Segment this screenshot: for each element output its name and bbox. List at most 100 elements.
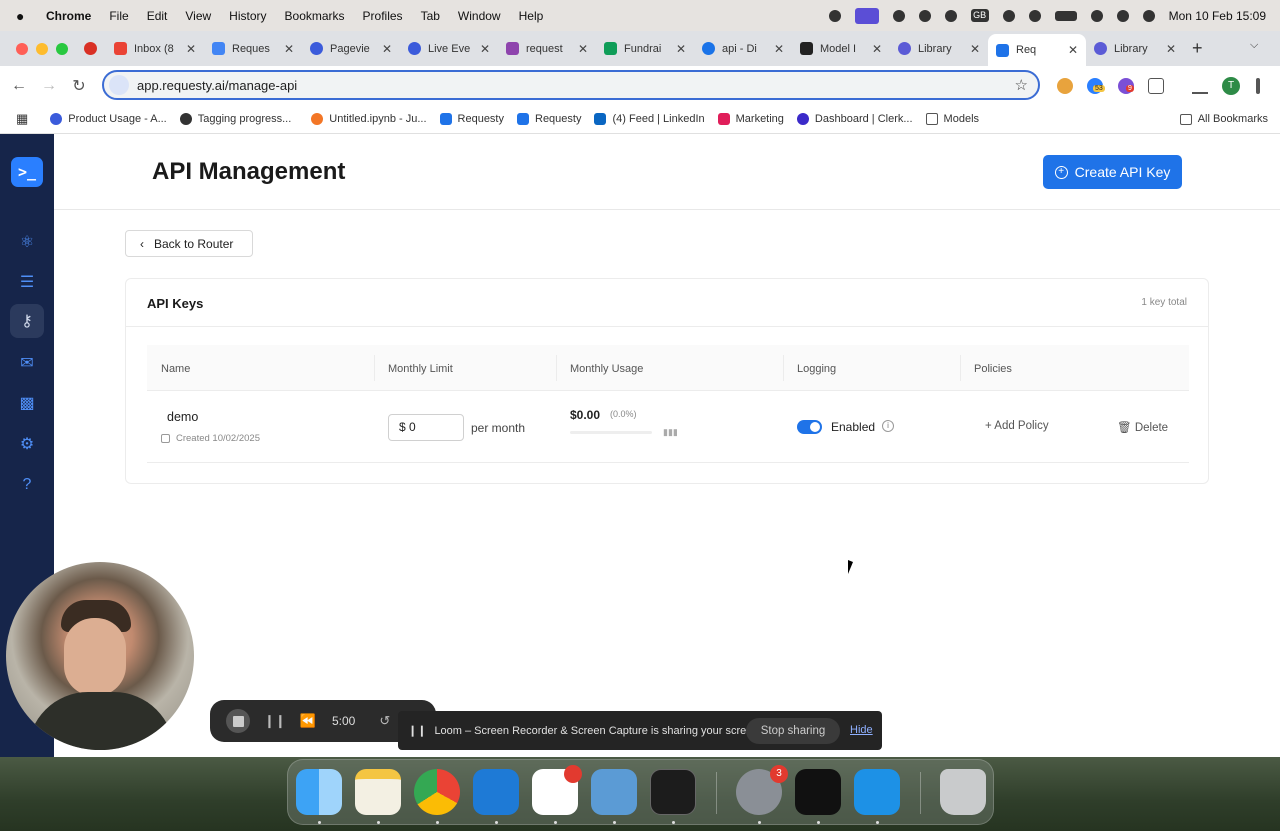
close-icon[interactable]: ✕ xyxy=(284,42,294,56)
bookmark-linkedin[interactable]: (4) Feed | LinkedIn xyxy=(594,113,705,125)
tab-inbox[interactable]: Inbox (8 ✕ xyxy=(106,36,204,62)
site-info-icon[interactable] xyxy=(109,75,129,95)
tableplus-icon[interactable] xyxy=(591,769,637,815)
new-tab-button[interactable]: + xyxy=(1192,38,1203,59)
control-center-icon[interactable] xyxy=(1142,9,1155,22)
diamond-menu-icon[interactable] xyxy=(944,9,957,22)
bar-chart-icon[interactable]: ▮▮▮ xyxy=(663,427,678,438)
grammar-menu-icon[interactable] xyxy=(918,9,931,22)
monthly-limit-input[interactable]: $ 0 xyxy=(388,414,464,441)
tab-request[interactable]: request ✕ xyxy=(498,36,596,62)
webcam-bubble[interactable] xyxy=(6,562,194,750)
bookmark-marketing[interactable]: Marketing xyxy=(717,113,784,125)
battery-icon[interactable] xyxy=(1054,10,1077,21)
address-bar[interactable]: app.requesty.ai/manage-api ☆ xyxy=(102,70,1040,100)
create-api-key-button[interactable]: + Create API Key xyxy=(1043,155,1182,189)
chat-nav-icon[interactable]: ✉ xyxy=(10,346,44,380)
close-icon[interactable]: ✕ xyxy=(186,42,196,56)
restart-icon[interactable]: ↺ xyxy=(379,713,390,729)
wifi-icon[interactable] xyxy=(1090,9,1103,22)
cursor-app-icon[interactable] xyxy=(795,769,841,815)
requesty-logo[interactable]: >_ xyxy=(11,157,43,187)
add-policy-button[interactable]: + Add Policy xyxy=(985,420,1049,432)
tab-model[interactable]: Model I ✕ xyxy=(792,36,890,62)
close-icon[interactable]: ✕ xyxy=(578,42,588,56)
docker-menu-icon[interactable] xyxy=(892,9,905,22)
tab-live-events[interactable]: Live Eve ✕ xyxy=(400,36,498,62)
close-icon[interactable]: ✕ xyxy=(774,42,784,56)
chrome-icon[interactable] xyxy=(414,769,460,815)
bookmark-product-usage[interactable]: Product Usage - A... xyxy=(50,113,167,125)
menu-window[interactable]: Window xyxy=(458,9,501,23)
rewind-icon[interactable]: ⏪ xyxy=(300,713,316,729)
download-icon[interactable] xyxy=(1192,78,1208,94)
menu-app-name[interactable]: Chrome xyxy=(46,9,91,23)
close-icon[interactable]: ✕ xyxy=(1166,42,1176,56)
bookmark-requesty-2[interactable]: Requesty xyxy=(517,113,581,125)
search-icon[interactable] xyxy=(1116,9,1129,22)
menu-bookmarks[interactable]: Bookmarks xyxy=(285,9,345,23)
bookmark-clerk[interactable]: Dashboard | Clerk... xyxy=(796,113,913,125)
bookmark-folder-models[interactable]: Models xyxy=(925,113,979,125)
tab-requests[interactable]: Reques ✕ xyxy=(204,36,302,62)
help-icon[interactable]: ? xyxy=(10,468,44,502)
puzzle-extensions-icon[interactable] xyxy=(1148,78,1164,94)
close-icon[interactable]: ✕ xyxy=(872,42,882,56)
tab-recording[interactable] xyxy=(76,36,106,62)
back-arrow-icon[interactable]: ← xyxy=(8,77,30,95)
extension-badge-icon-2[interactable]: 9 xyxy=(1118,78,1134,94)
tab-library-2[interactable]: Library ✕ xyxy=(1086,36,1184,62)
tab-search-icon[interactable]: ⌵ xyxy=(1250,39,1266,55)
apps-grid-icon[interactable]: ▦ xyxy=(16,111,28,127)
menu-profiles[interactable]: Profiles xyxy=(363,9,403,23)
menubar-clock[interactable]: Mon 10 Feb 15:09 xyxy=(1169,9,1266,23)
vscode-icon[interactable] xyxy=(473,769,519,815)
close-icon[interactable]: ✕ xyxy=(970,42,980,56)
notes-icon[interactable] xyxy=(355,769,401,815)
all-bookmarks[interactable]: All Bookmarks xyxy=(1179,113,1268,125)
menu-help[interactable]: Help xyxy=(519,9,544,23)
control-menu-icon[interactable] xyxy=(1002,9,1015,22)
tab-api-docs[interactable]: api - Di ✕ xyxy=(694,36,792,62)
tab-pageviews[interactable]: Pagevie ✕ xyxy=(302,36,400,62)
router-nav-icon[interactable]: ⚛ xyxy=(10,225,44,259)
logging-toggle[interactable] xyxy=(797,420,822,434)
menu-history[interactable]: History xyxy=(229,9,266,23)
list-nav-icon[interactable]: ☰ xyxy=(10,265,44,299)
forward-arrow-icon[interactable]: → xyxy=(38,77,60,95)
menu-view[interactable]: View xyxy=(185,9,211,23)
drag-handle-icon[interactable]: ❙❙ xyxy=(408,724,426,737)
bookmark-star-icon[interactable]: ☆ xyxy=(1015,76,1028,94)
close-icon[interactable]: ✕ xyxy=(1068,43,1078,57)
screen-record-icon[interactable] xyxy=(854,7,879,24)
stop-recording-button[interactable] xyxy=(226,709,250,733)
menu-tab[interactable]: Tab xyxy=(421,9,440,23)
info-icon[interactable]: i xyxy=(882,420,894,432)
close-icon[interactable]: ✕ xyxy=(382,42,392,56)
finder-icon[interactable] xyxy=(296,769,342,815)
profile-avatar[interactable]: T xyxy=(1222,77,1240,95)
delete-button[interactable]: 🗑 Delete xyxy=(1117,420,1168,434)
tab-fundraising[interactable]: Fundrai ✕ xyxy=(596,36,694,62)
hide-link[interactable]: Hide xyxy=(850,724,873,736)
key-nav-icon[interactable]: ⚷ xyxy=(10,304,44,338)
close-icon[interactable]: ✕ xyxy=(480,42,490,56)
close-window-button[interactable] xyxy=(16,42,28,55)
close-icon[interactable]: ✕ xyxy=(676,42,686,56)
zoom-window-button[interactable] xyxy=(56,42,68,55)
back-to-router-button[interactable]: ‹ Back to Router xyxy=(125,230,253,257)
reload-icon[interactable]: ↻ xyxy=(68,76,90,96)
stop-sharing-button[interactable]: Stop sharing xyxy=(746,718,840,744)
microphone-icon[interactable] xyxy=(828,9,841,22)
url-text[interactable]: app.requesty.ai/manage-api xyxy=(137,78,297,93)
terminal-icon[interactable] xyxy=(650,769,696,815)
tab-requesty-active[interactable]: Req ✕ xyxy=(988,34,1086,66)
bookmark-jupyter[interactable]: Untitled.ipynb - Ju... xyxy=(311,113,427,125)
input-source-icon[interactable]: GB xyxy=(970,9,989,22)
apple-menu-icon[interactable]: ● xyxy=(16,8,34,24)
bookmark-tagging[interactable]: Tagging progress... xyxy=(179,113,291,125)
docker-icon[interactable] xyxy=(854,769,900,815)
trash-icon[interactable] xyxy=(940,769,986,815)
extension-icon[interactable] xyxy=(1057,78,1073,94)
menu-file[interactable]: File xyxy=(109,9,128,23)
